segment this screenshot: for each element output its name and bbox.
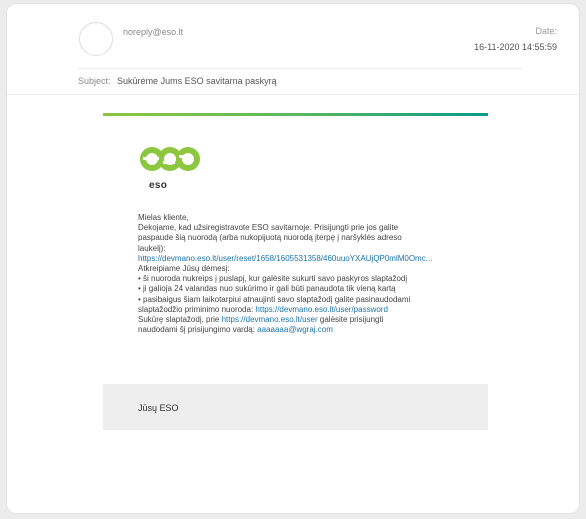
username-email-link[interactable]: aaaaaaa@wgraj.com bbox=[257, 325, 333, 334]
created-suffix: galėsite prisijungti bbox=[317, 315, 384, 325]
reset-password-link[interactable]: https://devmano.eso.lt/user/reset/1658/1… bbox=[138, 254, 432, 263]
subject-label: Subject: bbox=[78, 76, 111, 86]
bullet-item-continued: slaptažodžio priminimo nuoroda: https://… bbox=[138, 305, 483, 315]
date-label: Date: bbox=[535, 26, 557, 36]
username-prefix: naudodami šį prisijungimo vardą: bbox=[138, 325, 258, 335]
bullet-item: • ji galioja 24 valandas nuo sukūrimo ir… bbox=[138, 284, 396, 294]
created-line: Sukūrę slaptažodį, prie https://devmano.… bbox=[138, 315, 483, 325]
email-viewer: noreply@eso.lt Date: 16-11-2020 14:55:59… bbox=[6, 3, 580, 514]
greeting: Mielas kliente, bbox=[138, 213, 189, 222]
bullet-item: • pasibaigus šiam laikotarpiui atnaujint… bbox=[138, 294, 411, 304]
paragraph-line: Dekojame, kad užsiregistravote ESO savit… bbox=[138, 223, 399, 233]
signature-text: Jūsų ESO bbox=[138, 403, 179, 413]
password-reminder-link[interactable]: https://devmano.eso.lt/user/password bbox=[255, 305, 388, 314]
bullet-item: • ši nuoroda nukreips į puslapį, kur gal… bbox=[138, 274, 408, 284]
subject-line: Subject: Sukūrėme Jums ESO savitarna pas… bbox=[78, 76, 277, 86]
subject-text: Sukūrėme Jums ESO savitarna paskyrą bbox=[117, 76, 277, 86]
logo-text: eso bbox=[149, 180, 168, 191]
date-value: 16-11-2020 14:55:59 bbox=[474, 42, 557, 52]
created-prefix: Sukūrę slaptažodį, prie bbox=[138, 315, 222, 325]
email-header: noreply@eso.lt Date: 16-11-2020 14:55:59 bbox=[7, 4, 579, 69]
signature-footer: Jūsų ESO bbox=[103, 384, 488, 430]
paragraph-line: paspaude šią nuorodą (arba nukopijuotą n… bbox=[138, 233, 402, 243]
sender-avatar bbox=[79, 22, 113, 56]
bullet-text: slaptažodžio priminimo nuoroda: bbox=[138, 304, 256, 314]
footer-edge bbox=[103, 430, 488, 443]
attention-heading: Atkreipiame Jūsų dėmesį: bbox=[138, 264, 230, 274]
user-login-link[interactable]: https://devmano.eso.lt/user bbox=[222, 315, 318, 324]
subject-divider bbox=[7, 94, 579, 95]
brand-gradient-bar bbox=[103, 113, 488, 116]
message-text: Mielas kliente, Dekojame, kad užsiregist… bbox=[138, 213, 483, 335]
username-line: naudodami šį prisijungimo vardą: aaaaaaa… bbox=[138, 325, 483, 335]
sender-address: noreply@eso.lt bbox=[123, 27, 184, 37]
paragraph-line: laukelį): bbox=[138, 243, 166, 253]
message-body: eso Mielas kliente, Dekojame, kad užsire… bbox=[103, 113, 488, 443]
header-divider bbox=[77, 68, 523, 69]
